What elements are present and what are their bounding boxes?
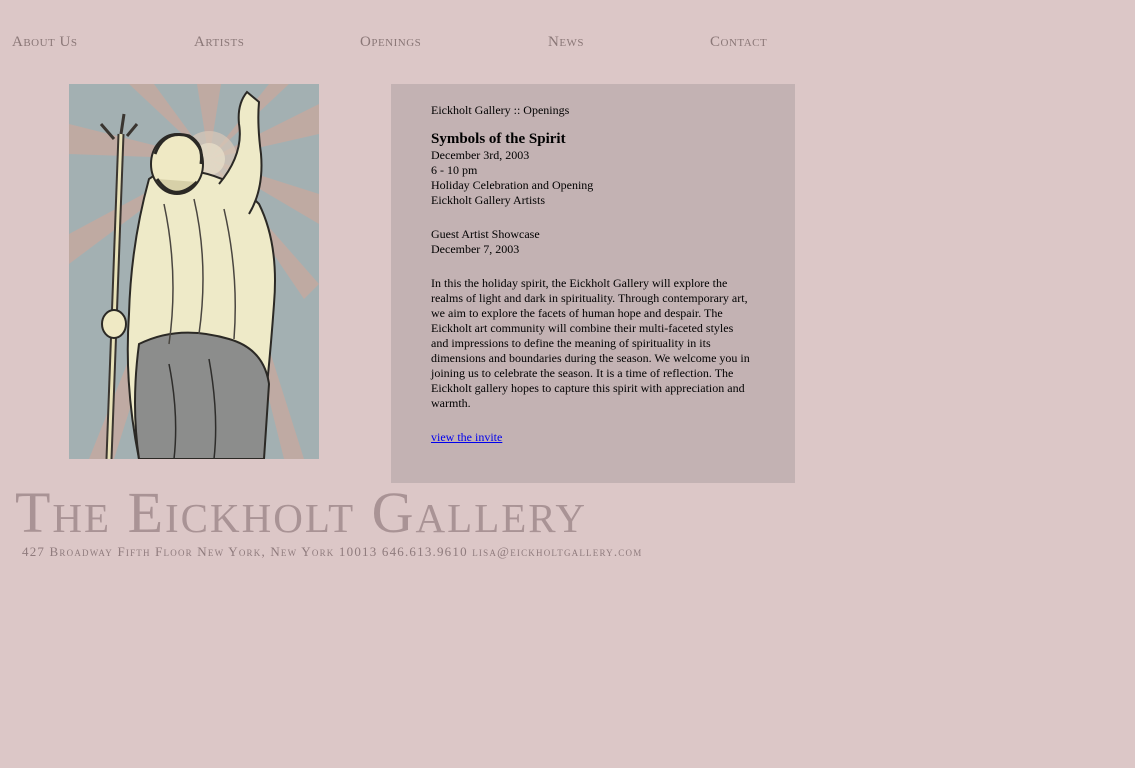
event-body-text: In this the holiday spirit, the Eickholt…	[431, 276, 750, 410]
openings-panel: Eickholt Gallery :: Openings Symbols of …	[391, 84, 795, 483]
gallery-logo-text: The Eickholt Gallery	[15, 480, 587, 545]
gallery-address: 427 Broadway Fifth Floor New York, New Y…	[22, 544, 643, 559]
event-time: 6 - 10 pm	[431, 163, 478, 177]
main-nav: About Us Artists Openings News Contact	[0, 34, 800, 54]
view-invite-link[interactable]: view the invite	[431, 430, 502, 444]
nav-about-us[interactable]: About Us	[12, 34, 77, 51]
nav-news[interactable]: News	[548, 34, 584, 51]
event-artists: Eickholt Gallery Artists	[431, 193, 545, 207]
nav-contact[interactable]: Contact	[710, 34, 767, 51]
event-date: December 3rd, 2003	[431, 148, 530, 162]
guest-showcase-date: December 7, 2003	[431, 242, 520, 256]
event-description: Holiday Celebration and Opening	[431, 178, 594, 192]
breadcrumb: Eickholt Gallery :: Openings	[431, 103, 570, 117]
nav-openings[interactable]: Openings	[360, 34, 421, 51]
event-title: Symbols of the Spirit	[431, 131, 566, 147]
nav-artists[interactable]: Artists	[194, 34, 244, 51]
guest-showcase-title: Guest Artist Showcase	[431, 227, 540, 241]
openings-content: Eickholt Gallery :: Openings Symbols of …	[431, 103, 761, 445]
featured-artwork	[69, 84, 319, 459]
